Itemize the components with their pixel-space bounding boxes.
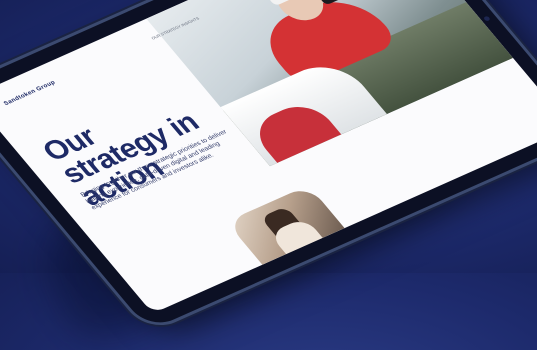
hero-car-red-panel — [246, 97, 342, 163]
scene: Sandtoken Group OUR STRATEGY INSIGHTS Ou… — [0, 0, 537, 350]
brand-logo[interactable]: Sandtoken Group — [3, 80, 57, 107]
secondary-photo — [226, 185, 345, 265]
